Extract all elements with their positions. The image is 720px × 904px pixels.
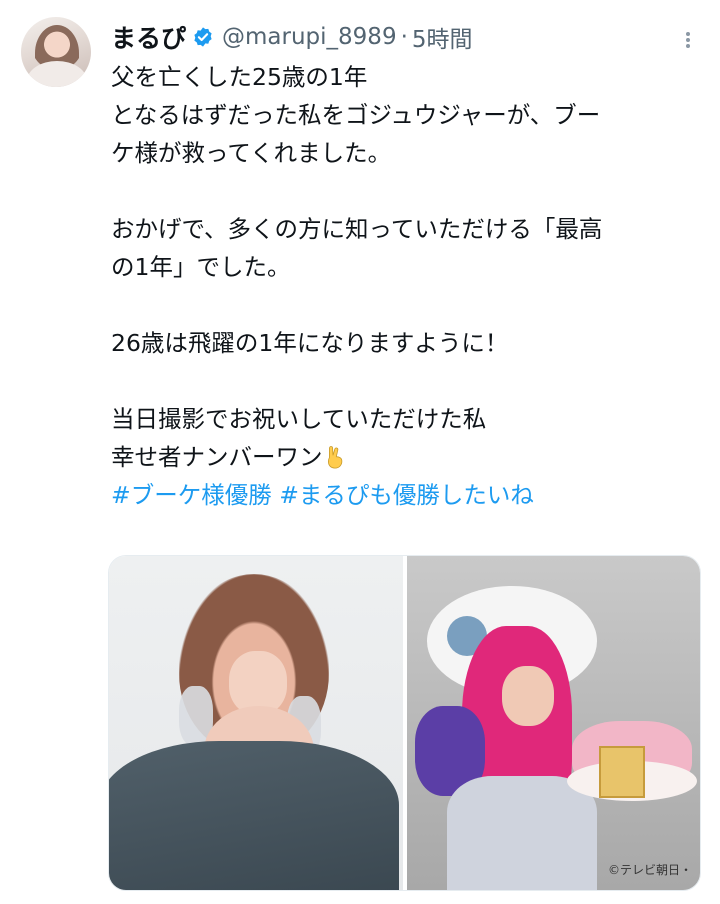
- tweet-line: おかげで、多くの方に知っていただける「最高: [111, 215, 603, 243]
- tweet-line: 26歳は飛躍の1年になりますように！: [111, 329, 509, 357]
- photo-costume-cake[interactable]: ©テレビ朝日・: [406, 556, 700, 890]
- tweet-line: の1年」でした。: [111, 253, 291, 281]
- avatar[interactable]: [21, 17, 91, 87]
- tweet-line: 当日撮影でお祝いしていただけた私: [111, 405, 487, 433]
- hashtag-link[interactable]: #まるぴも優勝したいね: [279, 481, 534, 509]
- tweet-line-text: 幸せ者ナンバーワン: [111, 443, 323, 471]
- hashtag-link[interactable]: #ブーケ様優勝: [111, 481, 272, 509]
- tweet-header: まるぴ @marupi_8989 · 5時間: [111, 20, 700, 54]
- timestamp[interactable]: 5時間: [412, 20, 473, 54]
- verified-badge-icon: [194, 27, 212, 47]
- tweet-line: ケ様が救ってくれました。: [111, 139, 392, 167]
- tweet-text: 父を亡くした25歳の1年 となるはずだった私をゴジュウジャーが、ブー ケ様が救っ…: [111, 58, 711, 514]
- photo-portrait[interactable]: [109, 556, 403, 890]
- display-name[interactable]: まるぴ: [111, 19, 186, 55]
- hashtag-line: #ブーケ様優勝 #まるぴも優勝したいね: [111, 476, 711, 514]
- user-handle[interactable]: @marupi_8989: [222, 24, 397, 50]
- tweet-line: 父を亡くした25歳の1年: [111, 63, 368, 91]
- media-grid: ©テレビ朝日・: [108, 555, 701, 891]
- separator-dot: ·: [400, 24, 408, 50]
- victory-hand-icon: [327, 446, 342, 469]
- tweet-line: 幸せ者ナンバーワン: [111, 438, 711, 476]
- tweet-line: となるはずだった私をゴジュウジャーが、ブー: [111, 101, 601, 129]
- more-options-icon[interactable]: [676, 30, 700, 48]
- photo-credit: ©テレビ朝日・: [607, 863, 692, 877]
